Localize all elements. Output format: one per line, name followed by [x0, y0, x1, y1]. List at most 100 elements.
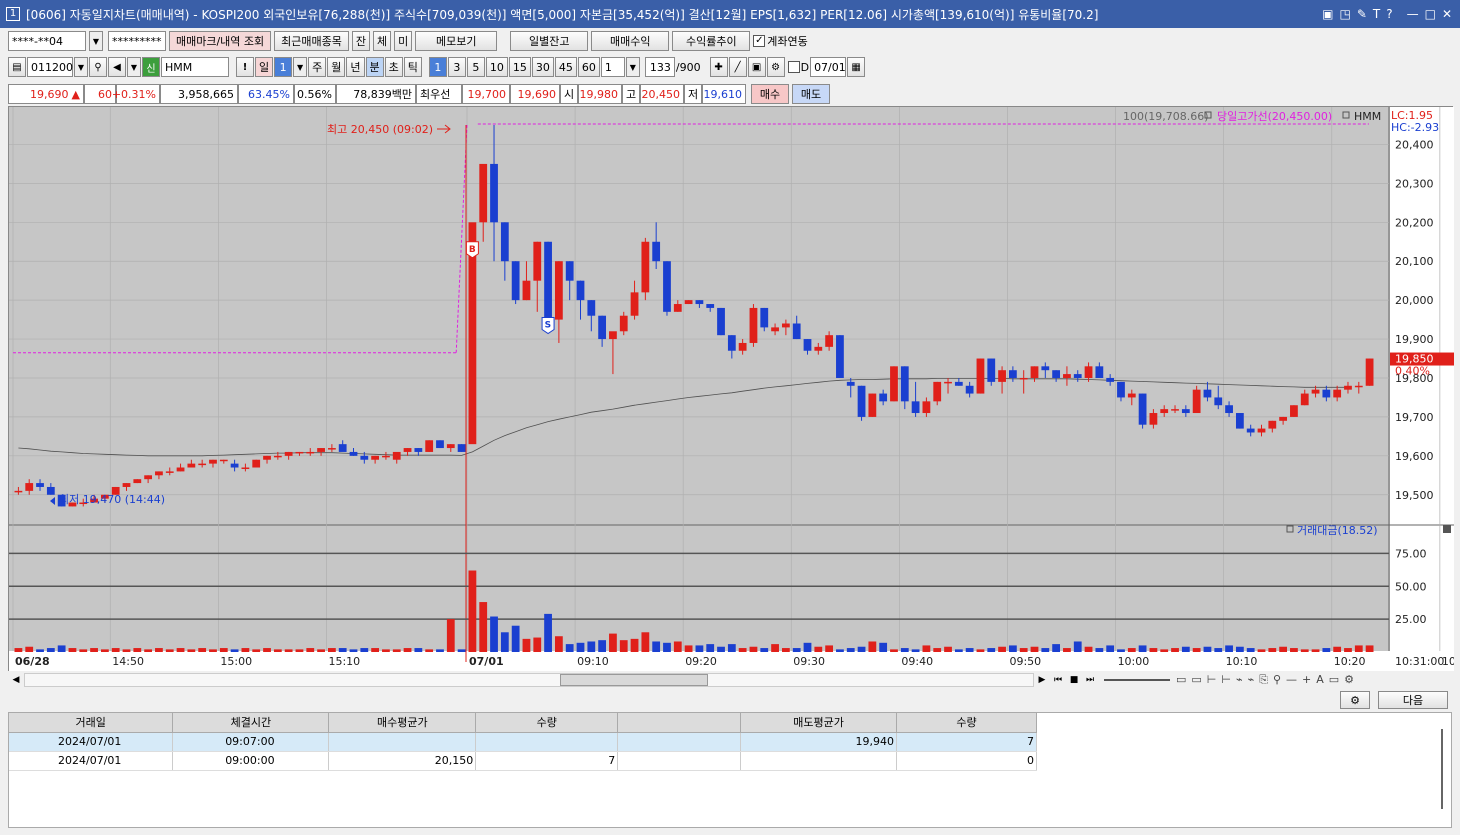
volume-bar — [1311, 649, 1320, 652]
settings-icon[interactable]: ⚙ — [766, 57, 785, 77]
interval-45-button[interactable]: 45 — [554, 57, 577, 77]
memo-button[interactable]: 메모보기 — [415, 31, 498, 51]
symbol-label: HMM — [1354, 110, 1381, 123]
price-chart[interactable]: 20,400 20,300 20,200 20,100 20,000 19,900 19,8… — [8, 106, 1460, 672]
stock-code-dropdown[interactable]: ▼ — [74, 57, 88, 77]
password-input[interactable]: ********* — [108, 31, 166, 51]
monthly-button[interactable]: 월 — [327, 57, 346, 77]
best-bid: 19,690 — [510, 84, 560, 104]
daily-button[interactable]: 일 — [255, 57, 274, 77]
zoom-slider[interactable] — [1104, 679, 1170, 681]
trade-profit-button[interactable]: 매매수익 — [591, 31, 670, 51]
help-icon[interactable]: ? — [1386, 7, 1392, 21]
stock-code-input[interactable]: 011200 — [27, 57, 73, 77]
table-row[interactable]: 2024/07/01 09:00:00 20,150 7 0 — [9, 751, 1037, 771]
time-tick-label: 15:10 — [328, 655, 360, 668]
stock-name-field[interactable]: HMM — [161, 57, 229, 77]
scroll-right-icon[interactable]: ▶ — [1034, 675, 1050, 685]
candle-body — [846, 381, 855, 386]
volume-bar — [1354, 645, 1363, 652]
volume-bar — [1041, 648, 1050, 652]
minimize-icon[interactable]: — — [1407, 7, 1419, 21]
interval-3-button[interactable]: 3 — [447, 57, 466, 77]
header-blank — [617, 713, 742, 733]
next-button[interactable]: 다음 — [1378, 691, 1448, 709]
chart-tools-icons[interactable]: ▭▭⊢⊢⌁⌁⎘⚲—+A▭⚙ — [1176, 673, 1359, 687]
interval-5-button[interactable]: 5 — [466, 57, 485, 77]
yearly-button[interactable]: 년 — [346, 57, 365, 77]
close-icon[interactable]: ✕ — [1442, 7, 1452, 21]
volume-bar — [14, 648, 23, 652]
second-button[interactable]: 초 — [384, 57, 403, 77]
candle-body — [1127, 393, 1136, 398]
cell-sell-avg — [740, 751, 898, 771]
sound-icon[interactable]: ◀ — [108, 57, 126, 77]
draw-tool-icon[interactable]: ╱ — [728, 57, 747, 77]
stop-icon[interactable]: ■ — [1066, 675, 1082, 685]
text-icon[interactable]: T — [1373, 7, 1380, 21]
interval-60-button[interactable]: 60 — [577, 57, 600, 77]
pin-icon[interactable]: ✎ — [1357, 7, 1367, 21]
candle-body — [879, 393, 888, 402]
sound-dropdown[interactable]: ▼ — [127, 57, 141, 77]
interval-15-button[interactable]: 15 — [508, 57, 531, 77]
sell-button[interactable]: 매도 — [792, 84, 830, 104]
first-icon[interactable]: ⏮ — [1050, 675, 1066, 685]
maximize-icon[interactable]: □ — [1425, 7, 1436, 21]
restore-icon[interactable]: ▣ — [1322, 7, 1333, 21]
recent-trades-button[interactable]: 최근매매종목 — [274, 31, 349, 51]
volume-bar — [792, 648, 801, 652]
layout-icon[interactable]: ▤ — [8, 57, 26, 77]
volume-bar — [1073, 641, 1082, 652]
volume-tick-label: 75.00 — [1395, 547, 1427, 560]
last-icon[interactable]: ⏭ — [1082, 675, 1098, 685]
weekly-button[interactable]: 주 — [308, 57, 327, 77]
candle-body — [1235, 413, 1244, 429]
account-dropdown[interactable]: ▼ — [89, 31, 103, 51]
trade-mark-button[interactable]: 매매마크/내역 조회 — [169, 31, 272, 51]
table-row[interactable]: 2024/07/01 09:07:00 19,940 7 — [9, 732, 1037, 752]
scroll-left-icon[interactable]: ◀ — [8, 675, 24, 685]
volume-bar — [165, 649, 174, 652]
date-input[interactable]: 07/01 — [810, 57, 847, 77]
return-trend-button[interactable]: 수익률추이 — [672, 31, 751, 51]
table-scrollbar[interactable] — [1441, 729, 1447, 809]
search-icon[interactable]: ⚲ — [89, 57, 107, 77]
crosshair-icon[interactable]: ✚ — [709, 57, 728, 77]
change-percent: +0.31% — [112, 84, 160, 104]
account-link-toggle[interactable]: ✓ 계좌연동 — [753, 33, 808, 49]
interval-10-button[interactable]: 10 — [485, 57, 508, 77]
daily-count[interactable]: 1 — [274, 57, 293, 77]
minute-button[interactable]: 분 — [365, 57, 384, 77]
window-icon[interactable]: ◳ — [1339, 7, 1350, 21]
chart-canvas[interactable]: 20,40020,30020,20020,10020,00019,90019,8… — [9, 107, 1460, 672]
chart-scrollbar[interactable]: ◀ ▶ ⏮ ■ ⏭ ▭▭⊢⊢⌁⌁⎘⚲—+A▭⚙ — [8, 672, 1453, 688]
interval-input[interactable]: 1 — [600, 57, 625, 77]
gear-icon[interactable]: ⚙ — [1340, 691, 1370, 709]
volume-bar — [317, 649, 325, 652]
volume-bar — [911, 649, 920, 652]
calendar-icon[interactable]: ▦ — [847, 57, 866, 77]
scroll-thumb[interactable] — [560, 674, 708, 686]
volume-bar — [587, 641, 596, 652]
tick-button[interactable]: 틱 — [403, 57, 422, 77]
save-icon[interactable]: ▣ — [747, 57, 766, 77]
time-tick-label: 15:00 — [220, 655, 252, 668]
balance-button[interactable]: 잔 — [351, 31, 371, 51]
account-input[interactable]: ****-**04 — [8, 31, 86, 51]
bar-count-input[interactable]: 133 — [644, 57, 675, 77]
daily-balance-button[interactable]: 일별잔고 — [510, 31, 589, 51]
interval-dropdown[interactable]: ▼ — [625, 57, 640, 77]
daily-dropdown[interactable]: ▼ — [293, 57, 308, 77]
volume-bar — [1333, 646, 1342, 652]
date-checkbox[interactable] — [787, 61, 800, 73]
alert-icon[interactable]: ! — [236, 57, 254, 77]
interval-30-button[interactable]: 30 — [531, 57, 554, 77]
candle-body — [1192, 389, 1201, 414]
unfilled-button[interactable]: 미 — [394, 31, 413, 51]
filled-button[interactable]: 체 — [373, 31, 392, 51]
scroll-track[interactable] — [24, 673, 1034, 687]
interval-1-button[interactable]: 1 — [428, 57, 447, 77]
checkbox-icon[interactable]: ✓ — [753, 35, 766, 47]
buy-button[interactable]: 매수 — [751, 84, 789, 104]
